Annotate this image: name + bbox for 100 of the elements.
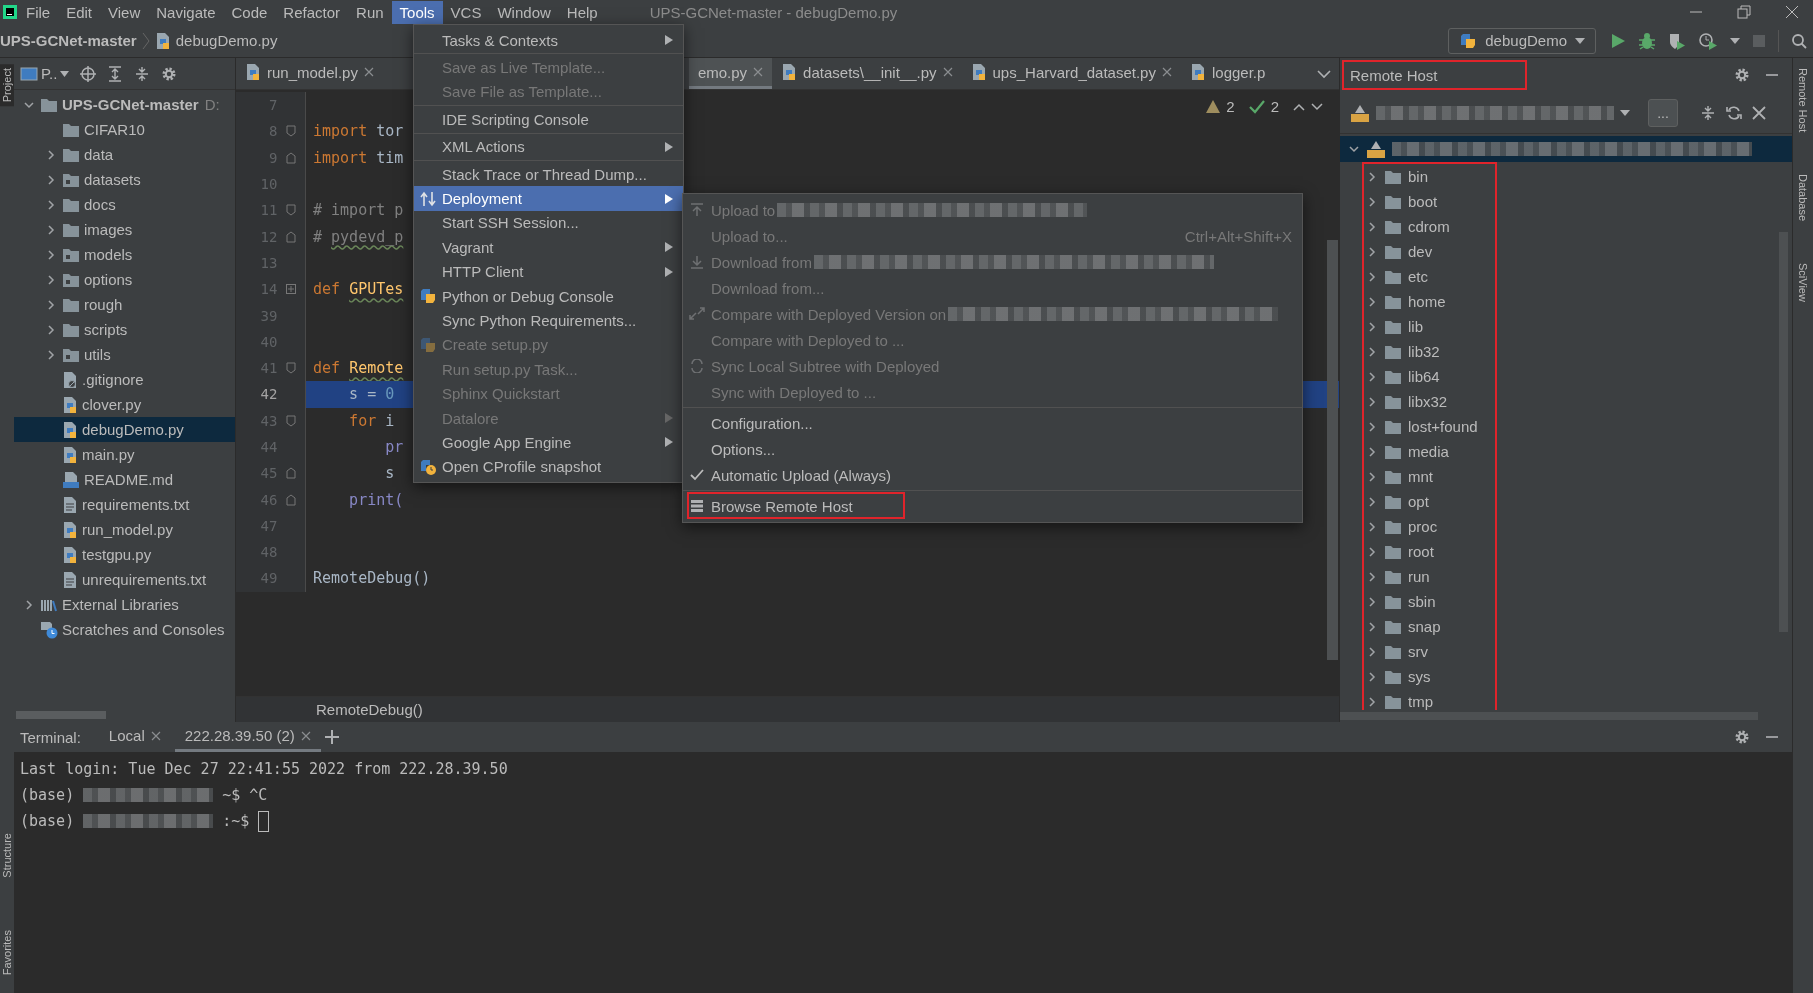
tree-item[interactable]: cdrom — [1366, 214, 1495, 239]
chevron-right-icon[interactable] — [45, 223, 57, 236]
chevron-right-icon[interactable] — [1366, 620, 1378, 633]
chevron-right-icon[interactable] — [45, 348, 57, 361]
close-tab-icon[interactable] — [150, 730, 161, 741]
tree-item[interactable]: mnt — [1366, 464, 1495, 489]
tree-item[interactable]: models — [14, 242, 235, 267]
chevron-right-icon[interactable] — [1366, 370, 1378, 383]
tree-item[interactable]: main.py — [14, 442, 235, 467]
add-icon[interactable] — [324, 730, 339, 744]
menu-item[interactable]: Python or Debug Console — [414, 283, 683, 309]
menu-item[interactable]: Edit — [58, 0, 101, 24]
settings-icon[interactable] — [1734, 67, 1750, 83]
fold-expand-icon[interactable] — [286, 284, 297, 295]
chevron-right-icon[interactable] — [1366, 395, 1378, 408]
chevron-right-icon[interactable] — [1366, 695, 1378, 708]
expand-all-icon[interactable] — [107, 65, 124, 82]
tree-item[interactable]: etc — [1366, 264, 1495, 289]
restore-icon[interactable] — [1737, 5, 1751, 19]
tree-item[interactable]: proc — [1366, 514, 1495, 539]
menu-item[interactable]: VCS — [442, 0, 490, 24]
chevron-right-icon[interactable] — [1366, 170, 1378, 183]
fold-marker-icon[interactable] — [286, 204, 297, 217]
menu-item[interactable]: Refactor — [275, 0, 349, 24]
tree-item[interactable]: sys — [1366, 664, 1495, 689]
fold-marker-icon[interactable] — [286, 230, 297, 243]
tree-item[interactable]: dev — [1366, 239, 1495, 264]
menu-item[interactable]: Deployment — [414, 186, 683, 211]
close-tab-icon[interactable] — [363, 67, 374, 77]
fold-marker-icon[interactable] — [286, 467, 297, 480]
tree-item[interactable]: root — [1366, 539, 1495, 564]
menu-item[interactable]: Vagrant — [414, 235, 683, 260]
menu-item[interactable]: Run — [348, 0, 392, 24]
menu-item[interactable]: Tools — [391, 0, 443, 24]
tool-window-button[interactable]: Favorites — [0, 925, 14, 979]
tool-window-button[interactable]: Project — [0, 64, 14, 107]
chevron-right-icon[interactable] — [45, 173, 57, 186]
tree-item[interactable]: clover.py — [14, 392, 235, 417]
close-icon[interactable] — [1785, 5, 1799, 19]
collapse-all-icon[interactable] — [1700, 104, 1716, 121]
tree-item[interactable]: boot — [1366, 189, 1495, 214]
chevron-right-icon[interactable] — [1366, 570, 1378, 583]
settings-icon[interactable] — [161, 65, 178, 82]
tree-item[interactable]: lib64 — [1366, 364, 1495, 389]
search-icon[interactable] — [1791, 32, 1807, 49]
chevron-right-icon[interactable] — [45, 198, 57, 211]
tree-item[interactable]: opt — [1366, 489, 1495, 514]
tree-item[interactable]: libx32 — [1366, 389, 1495, 414]
menu-item[interactable]: Google App Engine — [414, 430, 683, 455]
editor-tab[interactable]: logger.p — [1180, 58, 1275, 89]
tree-item[interactable]: run — [1366, 564, 1495, 589]
tree-item[interactable]: snap — [1366, 614, 1495, 639]
chevron-right-icon[interactable] — [23, 598, 35, 611]
chevron-right-icon[interactable] — [45, 298, 57, 311]
scrollbar-thumb[interactable] — [1340, 712, 1758, 720]
editor-tab[interactable]: datasets\__init__.py — [772, 58, 962, 89]
fold-marker-icon[interactable] — [286, 493, 297, 506]
warning-icon[interactable] — [1206, 100, 1221, 113]
previous-icon[interactable] — [1293, 102, 1305, 111]
next-icon[interactable] — [1311, 102, 1323, 111]
chevron-right-icon[interactable] — [1366, 595, 1378, 608]
menu-item[interactable]: Window — [489, 0, 559, 24]
breadcrumb[interactable]: debugDemo.py — [175, 32, 278, 49]
tree-item[interactable]: data — [14, 142, 235, 167]
close-tab-icon[interactable] — [942, 67, 953, 77]
chevron-right-icon[interactable] — [1366, 445, 1378, 458]
profiler-icon[interactable] — [1698, 31, 1718, 50]
menu-item[interactable]: Code — [223, 0, 276, 24]
menu-item[interactable]: Start SSH Session... — [414, 210, 683, 236]
chevron-right-icon[interactable] — [1366, 495, 1378, 508]
caret-icon[interactable] — [1730, 37, 1740, 44]
breadcrumb[interactable]: RemoteDebug() — [316, 701, 423, 718]
menu-item[interactable]: Tasks & Contexts — [414, 28, 683, 53]
tree-item[interactable]: utils — [14, 342, 235, 367]
fold-marker-icon[interactable] — [286, 362, 297, 375]
refresh-icon[interactable] — [1726, 104, 1742, 121]
close-tab-icon[interactable] — [300, 730, 311, 741]
editor-tab[interactable]: ups_Harvard_dataset.py — [961, 58, 1181, 89]
editor-tab[interactable]: run_model.py — [236, 58, 383, 89]
run-icon[interactable] — [1610, 32, 1626, 49]
bug-icon[interactable] — [1638, 31, 1656, 50]
chevron-right-icon[interactable] — [1366, 645, 1378, 658]
menu-item[interactable]: Configuration... — [683, 410, 1302, 436]
tool-window-button[interactable]: Remote Host — [1797, 64, 1809, 137]
menu-item[interactable]: IDE Scripting Console — [414, 107, 683, 132]
tree-item[interactable]: home — [1366, 289, 1495, 314]
menu-item[interactable]: Sync Python Requirements... — [414, 308, 683, 333]
chevron-right-icon[interactable] — [1366, 195, 1378, 208]
terminal-tab[interactable]: 222.28.39.50 (2) — [174, 722, 321, 752]
tree-item[interactable] — [1340, 136, 1792, 162]
fold-marker-icon[interactable] — [286, 414, 297, 427]
scrollbar-thumb[interactable] — [1327, 240, 1338, 660]
tree-item[interactable]: rough — [14, 292, 235, 317]
tree-item[interactable]: lib32 — [1366, 339, 1495, 364]
chevron-right-icon[interactable] — [1366, 320, 1378, 333]
chevron-right-icon[interactable] — [1366, 520, 1378, 533]
tree-item[interactable]: UPS-GCNet-master D: — [14, 92, 235, 117]
close-icon[interactable] — [1752, 105, 1766, 120]
fold-marker-icon[interactable] — [286, 125, 297, 138]
chevron-right-icon[interactable] — [1366, 345, 1378, 358]
